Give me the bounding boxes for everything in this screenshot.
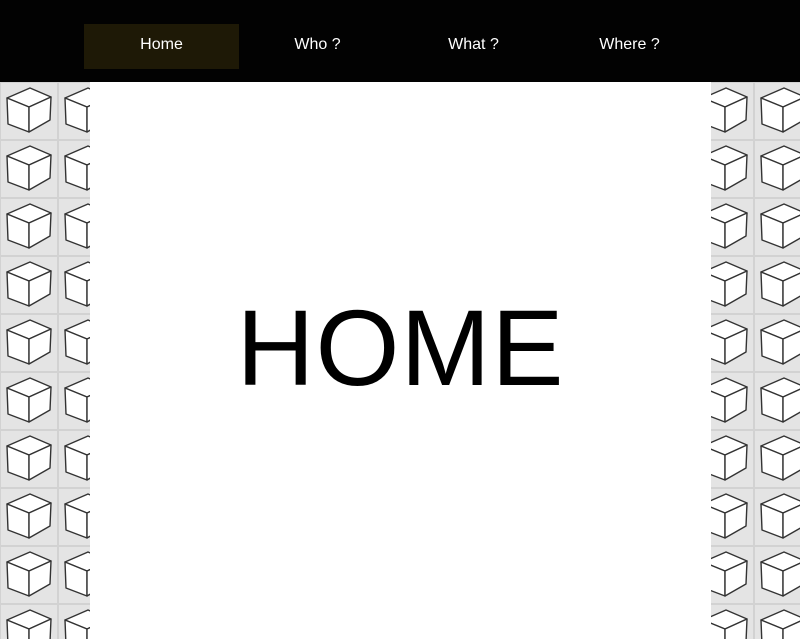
main-nav: Home Who ? What ? Where ? <box>84 24 708 69</box>
nav-item-who[interactable]: Who ? <box>240 24 395 69</box>
page-title: HOME <box>236 287 565 408</box>
nav-item-home[interactable]: Home <box>84 24 239 69</box>
main-content-panel: HOME <box>90 82 711 639</box>
nav-item-what[interactable]: What ? <box>396 24 551 69</box>
nav-item-where[interactable]: Where ? <box>552 24 707 69</box>
top-navigation-bar: Home Who ? What ? Where ? <box>0 0 800 82</box>
